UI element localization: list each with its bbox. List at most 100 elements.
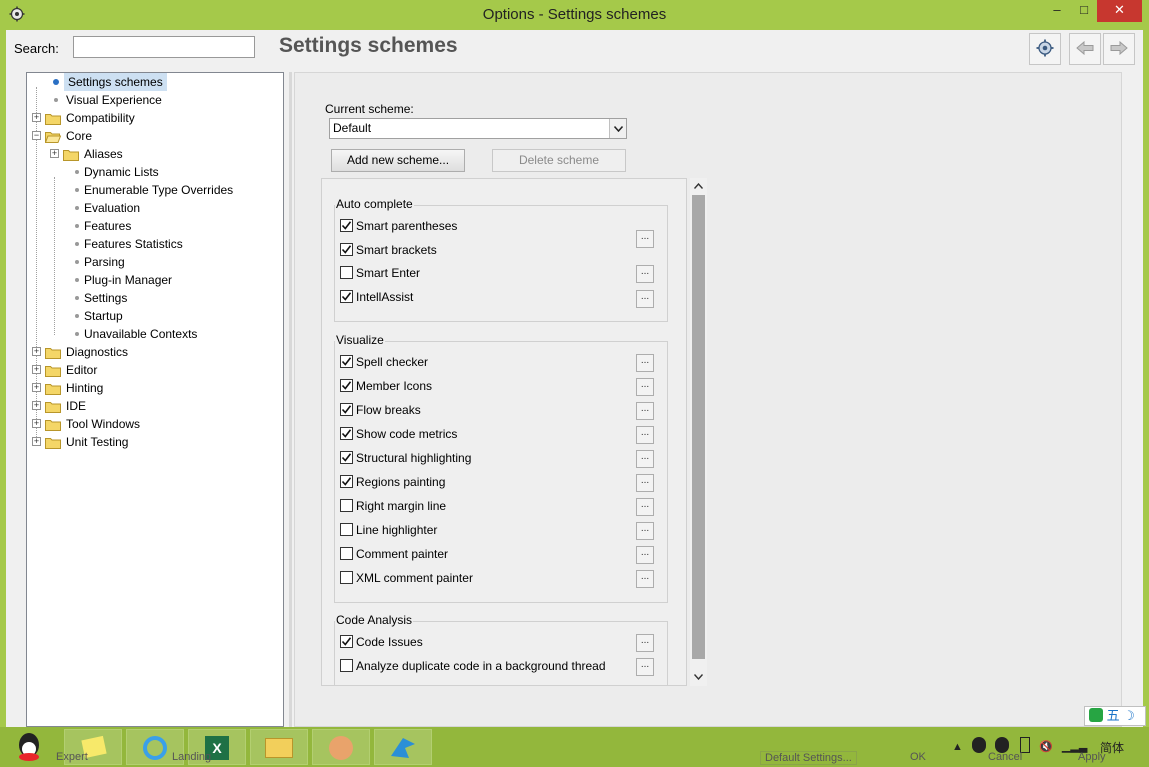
volume-muted-icon[interactable]: 🔇: [1039, 741, 1053, 753]
analyze-duplicate-code-checkbox[interactable]: Analyze duplicate code in a background t…: [340, 658, 606, 676]
landing-button[interactable]: Landing: [172, 751, 211, 763]
code-issues-options-button[interactable]: ...: [636, 634, 654, 652]
checkbox-icon[interactable]: [340, 547, 353, 560]
tree-item-visual-experience[interactable]: Visual Experience: [54, 91, 162, 109]
regions-painting-checkbox[interactable]: Regions painting: [340, 474, 445, 492]
ok-button[interactable]: OK: [910, 751, 926, 763]
checkbox-icon[interactable]: [340, 266, 353, 279]
taskbar-app-bird[interactable]: [374, 729, 432, 765]
back-button[interactable]: [1069, 33, 1101, 65]
tree-item-editor[interactable]: + Editor: [32, 361, 97, 379]
tree-item-enumerable-type-overrides[interactable]: Enumerable Type Overrides: [75, 181, 233, 199]
checkbox-icon[interactable]: [340, 403, 353, 416]
intellassist-options-button[interactable]: ...: [636, 290, 654, 308]
scrollbar-thumb[interactable]: [692, 195, 705, 659]
expand-icon[interactable]: +: [32, 383, 41, 392]
member-icons-options-button[interactable]: ...: [636, 378, 654, 396]
cancel-button[interactable]: Cancel: [988, 751, 1022, 763]
smart-parentheses-options-button[interactable]: ...: [636, 230, 654, 248]
checkbox-icon[interactable]: [340, 571, 353, 584]
options-scrollbar[interactable]: [690, 178, 707, 686]
xml-comment-painter-options-button[interactable]: ...: [636, 570, 654, 588]
smart-brackets-checkbox[interactable]: Smart brackets: [340, 242, 437, 260]
line-highlighter-checkbox[interactable]: Line highlighter: [340, 522, 437, 540]
smart-parentheses-checkbox[interactable]: Smart parentheses: [340, 218, 457, 236]
checkbox-icon[interactable]: [340, 219, 353, 232]
settings-tree[interactable]: Settings schemes Visual Experience + Com…: [26, 72, 284, 727]
right-margin-line-checkbox[interactable]: Right margin line: [340, 498, 446, 516]
default-settings-button[interactable]: Default Settings...: [760, 751, 857, 765]
flow-breaks-checkbox[interactable]: Flow breaks: [340, 402, 421, 420]
minimize-button[interactable]: –: [1044, 0, 1070, 22]
show-code-metrics-options-button[interactable]: ...: [636, 426, 654, 444]
delete-scheme-button[interactable]: Delete scheme: [492, 149, 626, 172]
structural-highlighting-checkbox[interactable]: Structural highlighting: [340, 450, 471, 468]
tree-item-unavailable-contexts[interactable]: Unavailable Contexts: [75, 325, 197, 343]
tree-item-evaluation[interactable]: Evaluation: [75, 199, 140, 217]
right-margin-line-options-button[interactable]: ...: [636, 498, 654, 516]
chevron-down-icon[interactable]: [609, 119, 626, 138]
flow-breaks-options-button[interactable]: ...: [636, 402, 654, 420]
expand-icon[interactable]: +: [32, 419, 41, 428]
tree-item-startup[interactable]: Startup: [75, 307, 123, 325]
current-scheme-select[interactable]: Default: [329, 118, 627, 139]
taskbar-app-contacts[interactable]: [312, 729, 370, 765]
spell-checker-options-button[interactable]: ...: [636, 354, 654, 372]
tree-item-compatibility[interactable]: + Compatibility: [32, 109, 135, 127]
tree-item-features[interactable]: Features: [75, 217, 131, 235]
regions-painting-options-button[interactable]: ...: [636, 474, 654, 492]
qq-icon[interactable]: [14, 731, 44, 763]
checkbox-icon[interactable]: [340, 427, 353, 440]
chevron-down-icon[interactable]: [690, 670, 707, 684]
collapse-icon[interactable]: −: [32, 131, 41, 140]
tree-item-unit-testing[interactable]: + Unit Testing: [32, 433, 128, 451]
checkbox-icon[interactable]: [340, 523, 353, 536]
tree-item-settings[interactable]: Settings: [75, 289, 127, 307]
line-highlighter-options-button[interactable]: ...: [636, 522, 654, 540]
tree-item-ide[interactable]: + IDE: [32, 397, 86, 415]
apply-button[interactable]: Apply: [1078, 751, 1106, 763]
checkbox-icon[interactable]: [340, 475, 353, 488]
add-new-scheme-button[interactable]: Add new scheme...: [331, 149, 465, 172]
close-button[interactable]: ✕: [1097, 0, 1142, 22]
smart-enter-checkbox[interactable]: Smart Enter: [340, 265, 420, 283]
checkbox-icon[interactable]: [340, 451, 353, 464]
checkbox-icon[interactable]: [340, 379, 353, 392]
expert-button[interactable]: Expert: [56, 751, 88, 763]
comment-painter-options-button[interactable]: ...: [636, 546, 654, 564]
expand-icon[interactable]: +: [32, 437, 41, 446]
taskbar-app-explorer[interactable]: [250, 729, 308, 765]
tree-item-parsing[interactable]: Parsing: [75, 253, 125, 271]
xml-comment-painter-checkbox[interactable]: XML comment painter: [340, 570, 473, 588]
tree-item-plug-in-manager[interactable]: Plug-in Manager: [75, 271, 172, 289]
tree-item-features-statistics[interactable]: Features Statistics: [75, 235, 183, 253]
structural-highlighting-options-button[interactable]: ...: [636, 450, 654, 468]
checkbox-icon[interactable]: [340, 290, 353, 303]
checkbox-icon[interactable]: [340, 635, 353, 648]
qq-tray-icon[interactable]: [971, 737, 986, 753]
expand-icon[interactable]: +: [50, 149, 59, 158]
smart-enter-options-button[interactable]: ...: [636, 265, 654, 283]
intellassist-checkbox[interactable]: IntellAssist: [340, 289, 413, 307]
search-input[interactable]: [73, 36, 255, 58]
expand-icon[interactable]: +: [32, 347, 41, 356]
ime-indicator[interactable]: 五 ☽: [1084, 706, 1146, 726]
tree-item-core[interactable]: − Core: [32, 127, 92, 145]
tree-item-dynamic-lists[interactable]: Dynamic Lists: [75, 163, 159, 181]
expand-icon[interactable]: +: [32, 113, 41, 122]
arrow-up-tray-icon[interactable]: ▲: [952, 741, 963, 753]
chevron-up-icon[interactable]: [690, 179, 707, 193]
tree-item-tool-windows[interactable]: + Tool Windows: [32, 415, 140, 433]
settings-button[interactable]: [1029, 33, 1061, 65]
show-code-metrics-checkbox[interactable]: Show code metrics: [340, 426, 457, 444]
analyze-duplicate-code-options-button[interactable]: ...: [636, 658, 654, 676]
tree-item-diagnostics[interactable]: + Diagnostics: [32, 343, 128, 361]
member-icons-checkbox[interactable]: Member Icons: [340, 378, 432, 396]
checkbox-icon[interactable]: [340, 659, 353, 672]
maximize-button[interactable]: □: [1071, 0, 1097, 22]
expand-icon[interactable]: +: [32, 401, 41, 410]
spell-checker-checkbox[interactable]: Spell checker: [340, 354, 428, 372]
tree-item-settings-schemes[interactable]: Settings schemes: [53, 73, 167, 91]
forward-button[interactable]: [1103, 33, 1135, 65]
checkbox-icon[interactable]: [340, 355, 353, 368]
